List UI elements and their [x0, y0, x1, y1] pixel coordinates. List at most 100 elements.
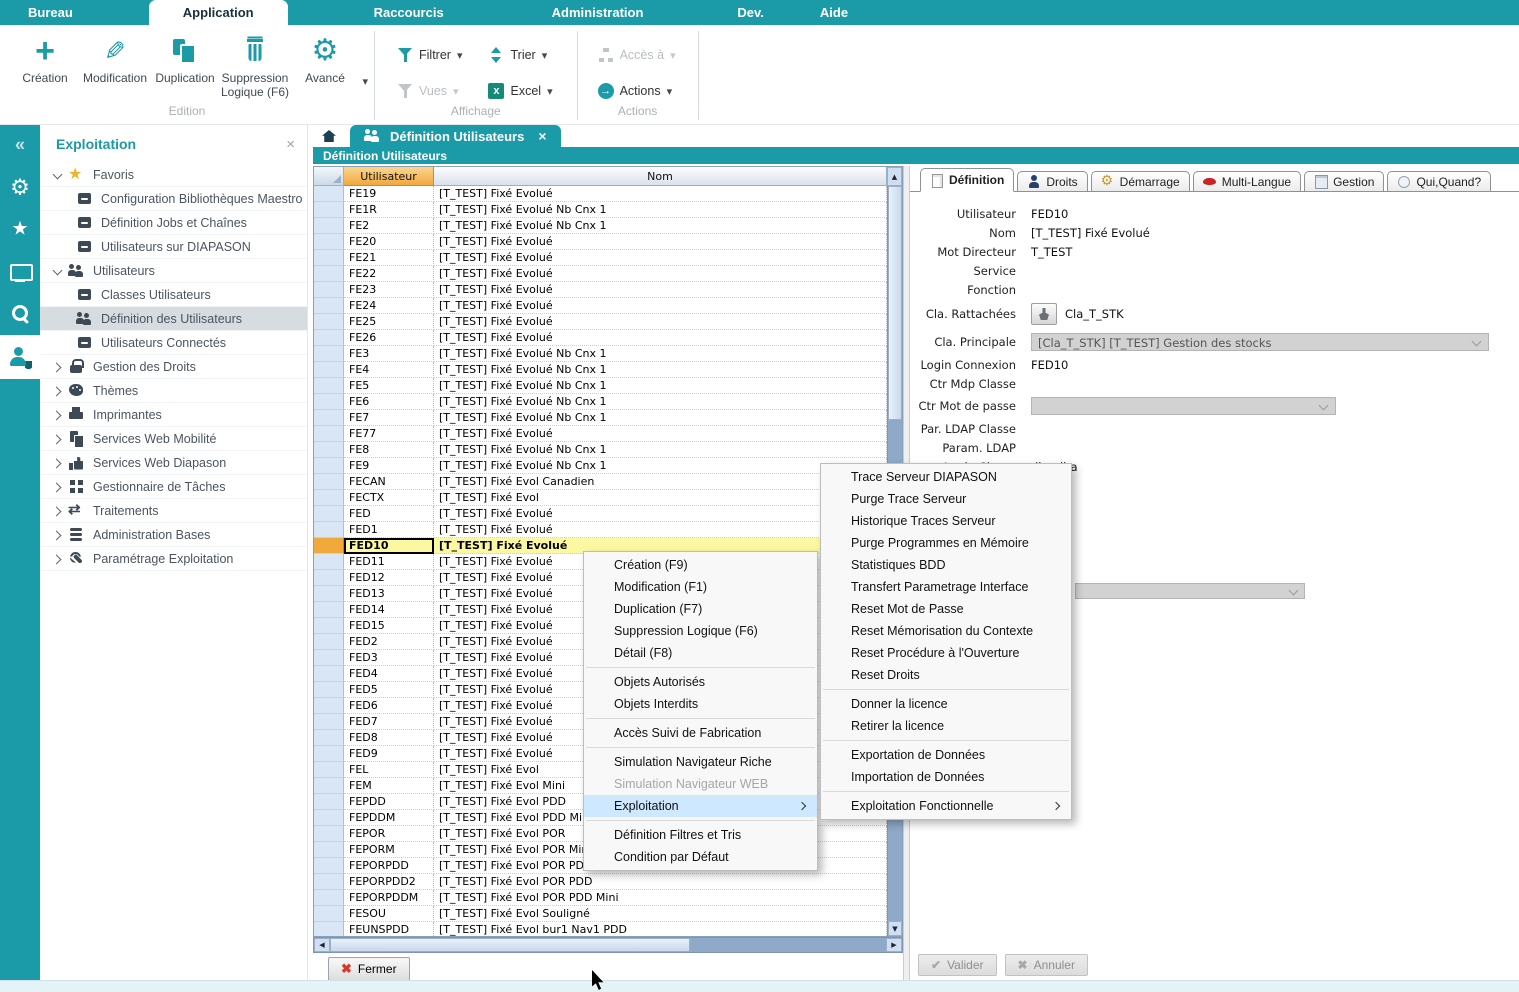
cell-utilisateur[interactable]: FED6	[344, 698, 434, 714]
row-selector[interactable]	[314, 186, 344, 202]
cell-nom[interactable]: [T_TEST] Fixé Evol POR PDD	[434, 874, 887, 890]
cell-nom[interactable]: [T_TEST] Fixé Evolué	[434, 314, 887, 330]
toolbar-small-button[interactable]: Filtrer ▾	[397, 47, 462, 63]
cell-utilisateur[interactable]: FE8	[344, 442, 434, 458]
tree-chevron-icon[interactable]	[50, 168, 64, 182]
tree-item[interactable]: Définition Jobs et Chaînes	[40, 211, 307, 235]
horizontal-scrollbar[interactable]: ◀ ▶	[313, 937, 903, 953]
column-header-nom[interactable]: Nom	[434, 167, 887, 186]
vertical-scrollbar-thumb[interactable]	[888, 186, 902, 420]
row-selector[interactable]	[314, 490, 344, 506]
menubar-item[interactable]: Bureau	[0, 0, 101, 25]
menubar-item[interactable]: Administration	[524, 0, 672, 25]
row-selector[interactable]	[314, 922, 344, 936]
toolbar-button[interactable]: Modification	[80, 33, 150, 85]
tree-item[interactable]: Favoris	[40, 163, 307, 187]
menubar-item[interactable]: Raccourcis	[346, 0, 472, 25]
context-menu-item[interactable]: Définition Filtres et Tris	[584, 824, 817, 846]
cell-utilisateur[interactable]: FE19	[344, 186, 434, 202]
tree-chevron-icon[interactable]	[50, 384, 64, 398]
cell-nom[interactable]: [T_TEST] Fixé Evol Souligné	[434, 906, 887, 922]
submenu-item[interactable]: Donner la licence	[821, 693, 1071, 715]
cell-utilisateur[interactable]: FED	[344, 506, 434, 522]
tree-item[interactable]: Services Web Diapason	[40, 451, 307, 475]
cell-utilisateur[interactable]: FE7	[344, 410, 434, 426]
tree-item[interactable]: Services Web Mobilité	[40, 427, 307, 451]
panel-tab[interactable]: Démarrage	[1091, 171, 1190, 191]
rail-item[interactable]	[0, 251, 40, 293]
cell-utilisateur[interactable]: FEPORM	[344, 842, 434, 858]
row-selector[interactable]	[314, 458, 344, 474]
menubar-item[interactable]: Dev.	[709, 0, 792, 25]
row-selector[interactable]	[314, 442, 344, 458]
cell-utilisateur[interactable]: FED11	[344, 554, 434, 570]
form-value[interactable]: [T_TEST] Fixé Evolué	[1031, 226, 1150, 240]
cell-utilisateur[interactable]: FEPORPDD	[344, 858, 434, 874]
cell-utilisateur[interactable]: FE9	[344, 458, 434, 474]
cell-utilisateur[interactable]: FED14	[344, 602, 434, 618]
row-selector[interactable]	[314, 346, 344, 362]
submenu-item[interactable]: Statistiques BDD	[821, 554, 1071, 576]
context-menu-item[interactable]: Condition par Défaut	[584, 846, 817, 868]
tree-item[interactable]: Utilisateurs	[40, 259, 307, 283]
row-selector[interactable]	[314, 586, 344, 602]
form-value[interactable]: [Cla_T_STK] [T_TEST] Gestion des stocks	[1031, 333, 1489, 351]
cell-nom[interactable]: [T_TEST] Fixé Evol bur1 Nav1 PDD	[434, 922, 887, 936]
cell-utilisateur[interactable]: FEPOR	[344, 826, 434, 842]
toolbar-button[interactable]: Suppression Logique (F6)	[220, 33, 290, 100]
cell-nom[interactable]: [T_TEST] Fixé Evolué	[434, 426, 887, 442]
sidebar-close-icon[interactable]: ×	[286, 136, 295, 153]
cell-utilisateur[interactable]: FECTX	[344, 490, 434, 506]
cell-nom[interactable]: [T_TEST] Fixé Evolué Nb Cnx 1	[434, 394, 887, 410]
tree-item[interactable]: Gestion des Droits	[40, 355, 307, 379]
toolbar-small-button[interactable]: Accès à ▾	[598, 47, 676, 63]
submenu-item[interactable]: Trace Serveur DIAPASON	[821, 466, 1071, 488]
horizontal-scrollbar-thumb[interactable]	[330, 938, 690, 952]
form-value[interactable]: T_TEST	[1031, 245, 1072, 259]
cell-nom[interactable]: [T_TEST] Fixé Evolué	[434, 234, 887, 250]
cell-utilisateur[interactable]: FEUNSPDD	[344, 922, 434, 936]
cell-utilisateur[interactable]: FE1R	[344, 202, 434, 218]
submenu-item[interactable]: Reset Droits	[821, 664, 1071, 686]
submenu-item[interactable]: Purge Programmes en Mémoire	[821, 532, 1071, 554]
row-selector[interactable]	[314, 682, 344, 698]
context-menu-item[interactable]: Suppression Logique (F6)	[584, 620, 817, 642]
row-selector[interactable]	[314, 282, 344, 298]
row-selector[interactable]	[314, 794, 344, 810]
rail-item[interactable]	[0, 293, 40, 335]
cell-utilisateur[interactable]: FE20	[344, 234, 434, 250]
cell-utilisateur[interactable]: FED9	[344, 746, 434, 762]
cell-utilisateur[interactable]: FE77	[344, 426, 434, 442]
cell-nom[interactable]: [T_TEST] Fixé Evolué Nb Cnx 1	[434, 202, 887, 218]
row-selector[interactable]	[314, 298, 344, 314]
cell-utilisateur[interactable]: FED1	[344, 522, 434, 538]
panel-tab[interactable]: Qui,Quand?	[1387, 171, 1491, 191]
context-menu-item[interactable]: Simulation Navigateur WEB	[584, 773, 817, 795]
row-selector[interactable]	[314, 906, 344, 922]
tree-item[interactable]: Paramétrage Exploitation	[40, 547, 307, 571]
tree-chevron-icon[interactable]	[50, 360, 64, 374]
tree-chevron-icon[interactable]	[50, 480, 64, 494]
avance-caret-icon[interactable]: ▾	[362, 75, 368, 88]
row-selector[interactable]	[314, 778, 344, 794]
row-selector[interactable]	[314, 314, 344, 330]
cell-utilisateur[interactable]: FEL	[344, 762, 434, 778]
tree-item[interactable]: Utilisateurs Connectés	[40, 331, 307, 355]
cell-nom[interactable]: [T_TEST] Fixé Evolué Nb Cnx 1	[434, 362, 887, 378]
form-value[interactable]: FED10	[1031, 358, 1068, 372]
form-value[interactable]	[1031, 397, 1336, 415]
dropdown-caret-icon[interactable]: ▾	[453, 85, 459, 98]
cell-utilisateur[interactable]: FE25	[344, 314, 434, 330]
tree-item[interactable]: Traitements	[40, 499, 307, 523]
valider-button[interactable]: ✔ Valider	[918, 954, 997, 976]
fermer-button[interactable]: ✖ Fermer	[328, 957, 410, 981]
row-selector[interactable]	[314, 874, 344, 890]
row-selector[interactable]	[314, 202, 344, 218]
hscroll-left-arrow[interactable]: ◀	[314, 938, 330, 952]
cell-nom[interactable]: [T_TEST] Fixé Evolué Nb Cnx 1	[434, 410, 887, 426]
row-selector[interactable]	[314, 394, 344, 410]
cell-nom[interactable]: [T_TEST] Fixé Evolué Nb Cnx 1	[434, 378, 887, 394]
cell-utilisateur[interactable]: FED10	[344, 538, 434, 554]
tab-close-icon[interactable]: ×	[538, 128, 546, 144]
row-selector[interactable]	[314, 634, 344, 650]
